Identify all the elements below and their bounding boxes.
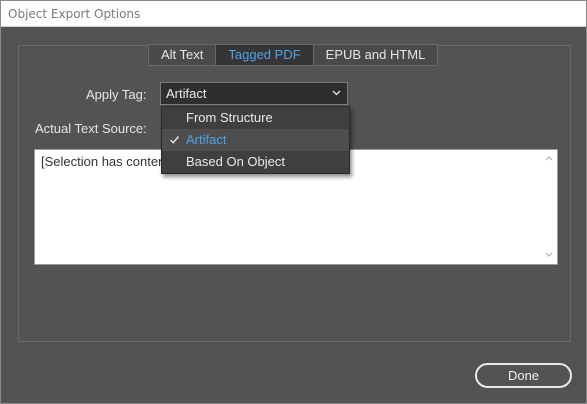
vertical-scrollbar[interactable]	[542, 151, 556, 263]
checkmark-icon	[170, 136, 180, 144]
scroll-up-arrow-icon[interactable]	[545, 155, 553, 161]
menu-item-from-structure[interactable]: From Structure	[162, 107, 349, 129]
scroll-down-arrow-icon[interactable]	[545, 252, 553, 258]
chevron-down-icon	[332, 90, 341, 96]
done-button[interactable]: Done	[475, 363, 572, 388]
menu-item-label: Artifact	[186, 132, 227, 147]
tab-alt-text[interactable]: Alt Text	[149, 45, 217, 65]
tab-bar: Alt Text Tagged PDF EPUB and HTML	[148, 44, 439, 66]
object-export-options-dialog: Object Export Options Alt Text Tagged PD…	[0, 0, 587, 404]
menu-item-label: From Structure	[186, 110, 273, 125]
tab-epub-and-html[interactable]: EPUB and HTML	[314, 45, 438, 65]
apply-tag-label: Apply Tag:	[86, 87, 147, 102]
apply-tag-dropdown-menu: From Structure Artifact Based On Object	[161, 106, 350, 174]
tab-tagged-pdf[interactable]: Tagged PDF	[216, 45, 314, 65]
apply-tag-select[interactable]: Artifact	[160, 82, 348, 105]
title-bar[interactable]: Object Export Options	[1, 1, 586, 27]
window-title: Object Export Options	[8, 7, 141, 21]
actual-text-content: [Selection has conten	[41, 154, 166, 169]
actual-text-source-label: Actual Text Source:	[35, 121, 147, 136]
menu-item-artifact[interactable]: Artifact	[162, 129, 349, 151]
menu-item-label: Based On Object	[186, 154, 285, 169]
menu-item-based-on-object[interactable]: Based On Object	[162, 151, 349, 173]
apply-tag-selected-value: Artifact	[166, 86, 207, 101]
